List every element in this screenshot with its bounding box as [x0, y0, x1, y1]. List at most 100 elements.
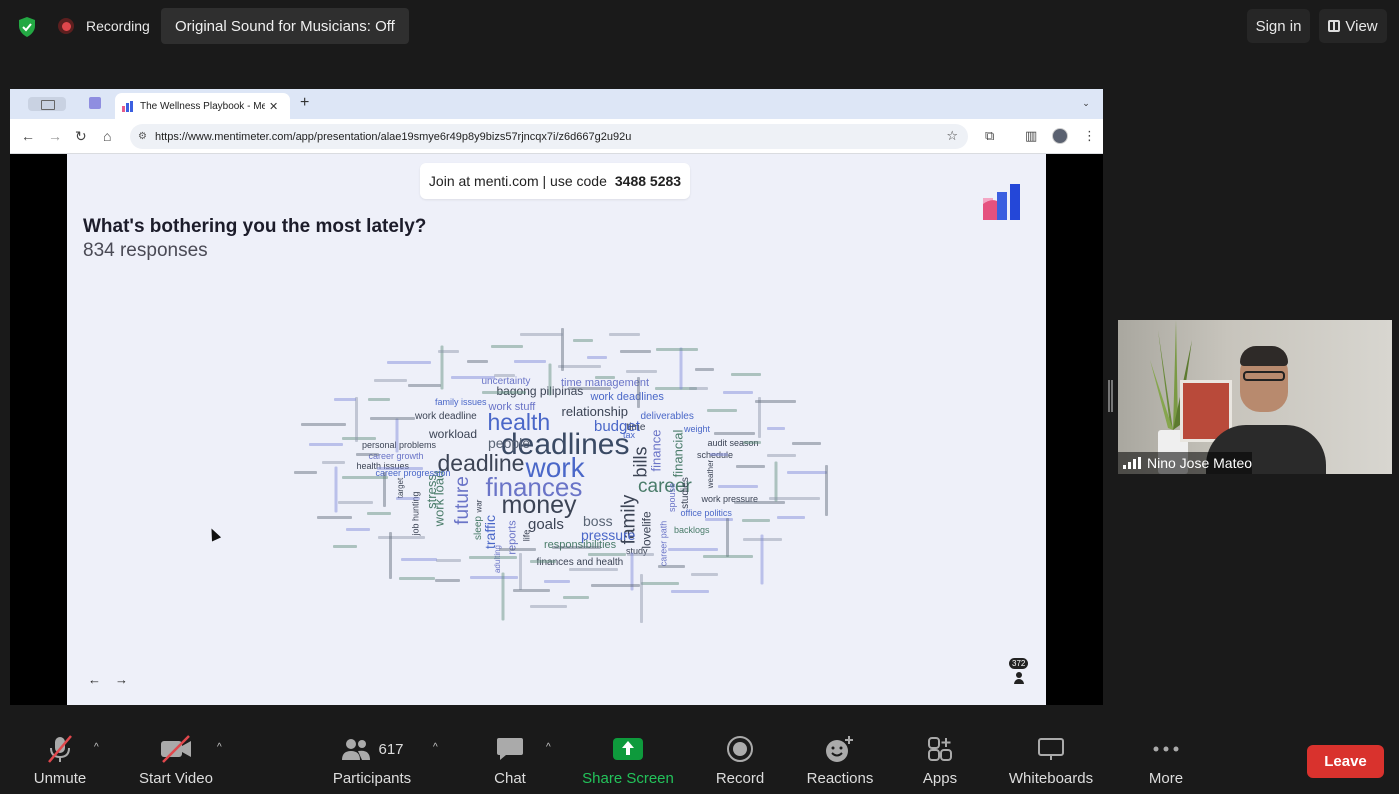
word-cloud-filler	[341, 476, 388, 480]
pinned-tab-icon[interactable]	[89, 97, 101, 109]
leave-button[interactable]: Leave	[1307, 745, 1384, 778]
word-cloud-filler	[567, 387, 611, 391]
forward-icon[interactable]: →	[48, 128, 62, 144]
next-slide-icon[interactable]: →	[115, 672, 128, 687]
extensions-icon[interactable]: ⧉	[985, 128, 994, 144]
word-cloud-filler	[377, 467, 424, 471]
word-cloud-filler	[671, 590, 710, 594]
word-cloud-word: lovelife	[639, 511, 654, 549]
unmute-button[interactable]: Unmute	[32, 732, 88, 787]
word-cloud-word: bills	[630, 446, 651, 478]
participants-options-chevron-icon[interactable]: ^	[433, 742, 438, 753]
chat-button[interactable]: Chat	[490, 732, 530, 787]
word-cloud-word: war	[473, 499, 483, 513]
word-cloud-filler	[709, 453, 728, 457]
sign-in-button[interactable]: Sign in	[1247, 9, 1310, 43]
word-cloud-word: boss	[583, 513, 613, 529]
word-cloud-filler	[679, 347, 682, 390]
word-cloud-filler	[688, 387, 708, 391]
word-cloud-filler	[569, 567, 619, 571]
share-screen-label: Share Screen	[582, 770, 674, 787]
side-panel-icon[interactable]: ▥	[1025, 128, 1037, 144]
word-cloud-filler	[636, 377, 640, 409]
audio-options-chevron-icon[interactable]: ^	[94, 742, 99, 753]
resize-handle[interactable]	[1108, 380, 1113, 412]
apps-button[interactable]: Apps	[920, 732, 960, 787]
word-cloud-filler	[468, 555, 517, 559]
word-cloud-filler	[707, 409, 738, 413]
word-cloud-filler	[435, 578, 461, 582]
shield-check-icon[interactable]	[18, 17, 36, 37]
home-icon[interactable]: ⌂	[103, 128, 111, 144]
word-cloud-word: personal problems	[362, 439, 437, 450]
browser-tab-active[interactable]: The Wellness Playbook - Mentimeter ✕	[115, 93, 290, 119]
word-cloud-filler	[438, 349, 460, 353]
word-cloud-word: spouse	[666, 482, 677, 512]
word-cloud-filler	[530, 560, 557, 564]
whiteboards-button[interactable]: Whiteboards	[1005, 732, 1097, 787]
participants-icon: 617	[340, 732, 404, 766]
word-cloud-filler	[519, 553, 523, 591]
word-cloud-filler	[548, 363, 552, 396]
reload-icon[interactable]: ↻	[75, 128, 87, 145]
chat-options-chevron-icon[interactable]: ^	[546, 742, 551, 753]
previous-slide-icon[interactable]: ←	[88, 672, 101, 687]
participant-name: Nino Jose Mateo	[1147, 455, 1253, 471]
meeting-top-bar: Recording Original Sound for Musicians: …	[0, 0, 1399, 52]
word-cloud-filler	[355, 397, 359, 443]
word-cloud-filler	[625, 369, 657, 373]
word-cloud-word: people	[488, 435, 531, 451]
shared-screen: The Wellness Playbook - Mentimeter ✕ + ⌄…	[10, 89, 1103, 705]
original-sound-button[interactable]: Original Sound for Musicians: Off	[161, 8, 409, 44]
word-cloud-filler	[501, 572, 505, 621]
close-tab-icon[interactable]: ✕	[269, 100, 278, 113]
share-screen-button[interactable]: Share Screen	[582, 732, 674, 787]
word-cloud-filler	[742, 441, 761, 445]
word-cloud-filler	[356, 453, 380, 457]
start-video-label: Start Video	[139, 770, 213, 787]
word-cloud-word: money	[501, 490, 577, 519]
participant-count-badge: 372	[1009, 658, 1029, 669]
tab-search-icon[interactable]: ⌄	[1079, 96, 1093, 110]
whiteboard-icon	[1037, 732, 1065, 766]
participants-button[interactable]: 617 Participants	[330, 732, 414, 787]
start-video-button[interactable]: Start Video	[136, 732, 216, 787]
word-cloud-filler	[322, 460, 346, 464]
participant-video-tile[interactable]: Nino Jose Mateo	[1118, 320, 1392, 474]
chat-bubble-icon	[496, 732, 524, 766]
record-button[interactable]: Record	[714, 732, 766, 787]
word-cloud-filler	[308, 442, 343, 446]
word-cloud-filler	[774, 461, 778, 501]
reactions-emoji-icon	[825, 732, 855, 766]
word-cloud-filler	[396, 496, 421, 500]
reactions-button[interactable]: Reactions	[806, 732, 874, 787]
browser-menu-icon[interactable]: ⋮	[1083, 128, 1096, 144]
profile-avatar[interactable]	[1052, 128, 1068, 144]
bookmark-star-icon[interactable]: ☆	[946, 128, 958, 144]
address-bar[interactable]: ⚙ https://www.mentimeter.com/app/present…	[130, 124, 968, 149]
word-cloud-filler	[776, 515, 805, 519]
word-cloud-filler	[370, 416, 416, 420]
word-cloud-filler	[735, 464, 765, 468]
back-icon[interactable]: ←	[21, 128, 35, 144]
word-cloud-filler	[490, 345, 523, 349]
recording-label: Recording	[86, 18, 150, 34]
view-button[interactable]: View	[1319, 9, 1387, 43]
signal-strength-icon	[1123, 457, 1141, 469]
word-cloud-filler	[368, 398, 391, 402]
word-cloud-word: deliverables	[640, 411, 694, 422]
meeting-controls: Unmute ^ Start Video ^ 617 Participants …	[0, 722, 1399, 794]
word-cloud-filler	[718, 485, 759, 489]
video-options-chevron-icon[interactable]: ^	[217, 742, 222, 753]
tab-group-icon[interactable]	[28, 97, 66, 111]
word-cloud-word: office politics	[680, 507, 732, 518]
site-info-icon[interactable]: ⚙	[138, 131, 147, 142]
reactions-label: Reactions	[806, 770, 874, 787]
recording-icon[interactable]	[58, 18, 74, 34]
word-cloud-filler	[378, 535, 426, 539]
new-tab-icon[interactable]: +	[300, 94, 309, 112]
audience-icon[interactable]	[1012, 672, 1026, 686]
more-button[interactable]: More	[1144, 732, 1188, 787]
participant-name-label: Nino Jose Mateo	[1118, 452, 1253, 474]
word-cloud-filler	[530, 605, 568, 608]
